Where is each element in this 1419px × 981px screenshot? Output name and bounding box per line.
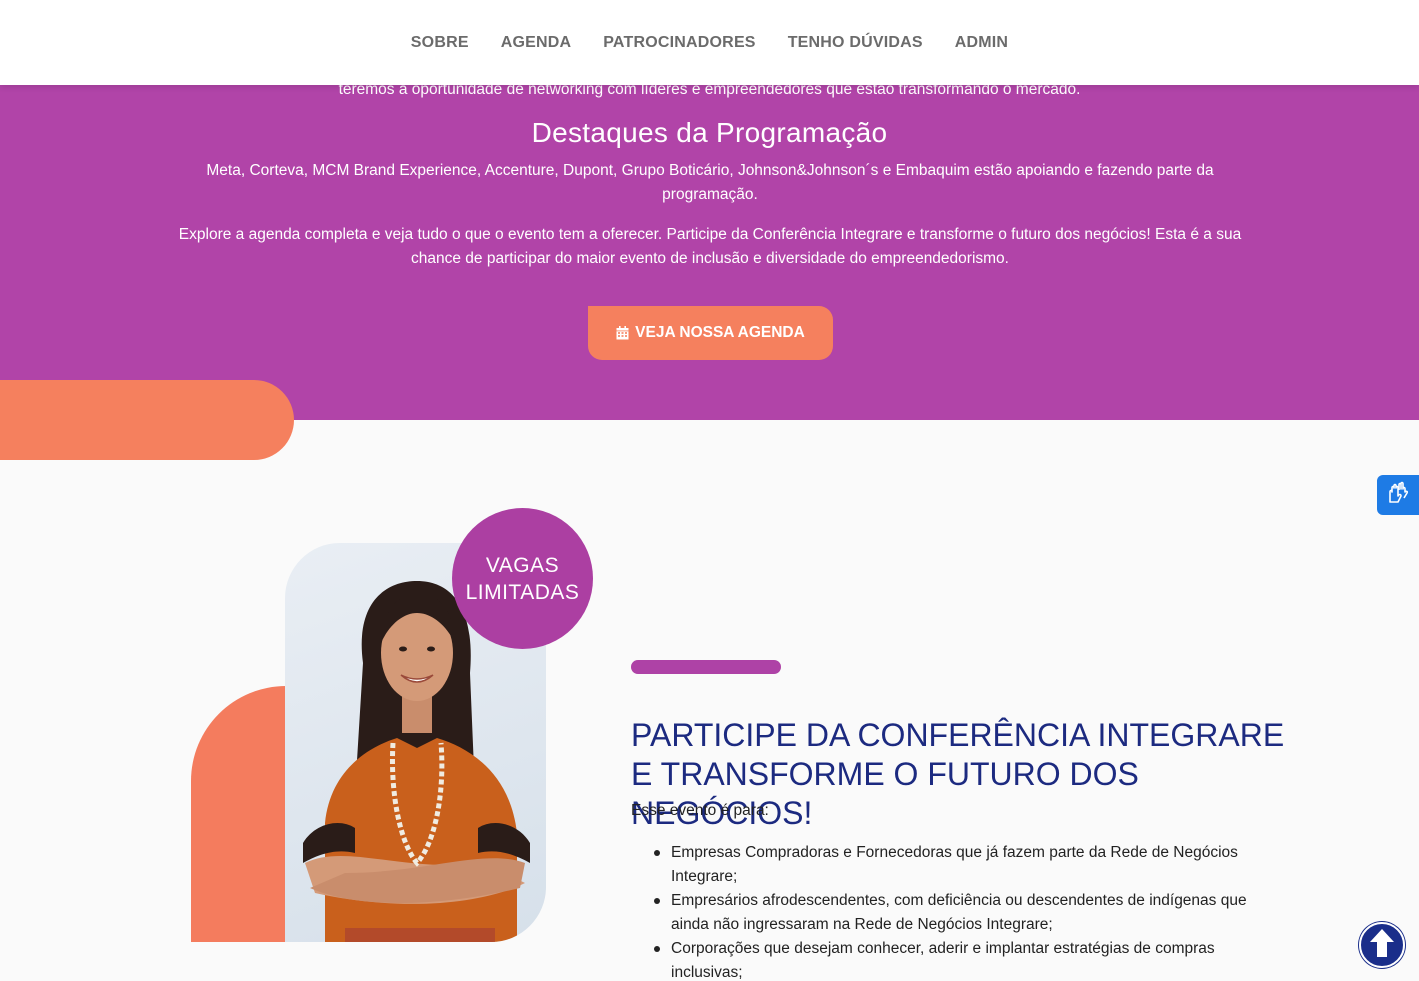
agenda-button[interactable]: VEJA NOSSA AGENDA [588,306,833,360]
heading-accent-bar [631,660,781,674]
list-item: Empresários afrodescendentes, com defici… [654,889,1271,937]
nav-item-sobre[interactable]: SOBRE [411,34,469,52]
nav-item-admin[interactable]: ADMIN [955,34,1008,52]
audience-list: Empresas Compradoras e Fornecedoras que … [654,841,1271,981]
list-item: Empresas Compradoras e Fornecedoras que … [654,841,1271,889]
sign-language-hands-icon [1385,480,1411,511]
hero-paragraph-sponsors: Meta, Corteva, MCM Brand Experience, Acc… [206,162,1214,203]
badge-line-1: VAGAS [485,553,560,577]
section-intro: Esse evento é para: [631,802,769,819]
nav-item-patrocinadores[interactable]: PATROCINADORES [603,34,755,52]
calendar-icon [616,326,629,340]
limited-spots-badge: VAGAS LIMITADAS [452,508,593,649]
accessibility-widget-button[interactable] [1377,475,1419,515]
decorative-orange-pill [0,380,294,460]
badge-line-2: LIMITADAS [465,580,580,604]
hero-heading: Destaques da Programação [531,117,888,148]
nav-item-agenda[interactable]: AGENDA [501,34,572,52]
list-item: Corporações que desejam conhecer, aderir… [654,937,1271,981]
agenda-button-label: VEJA NOSSA AGENDA [635,324,805,341]
arrow-up-icon [1368,927,1396,964]
nav-item-tenho-duvidas[interactable]: TENHO DÚVIDAS [788,34,923,52]
top-navigation: SOBRE AGENDA PATROCINADORES TENHO DÚVIDA… [0,0,1419,85]
hero-paragraph-explore: Explore a agenda completa e veja tudo o … [178,226,1242,267]
scroll-to-top-button[interactable] [1359,922,1405,968]
